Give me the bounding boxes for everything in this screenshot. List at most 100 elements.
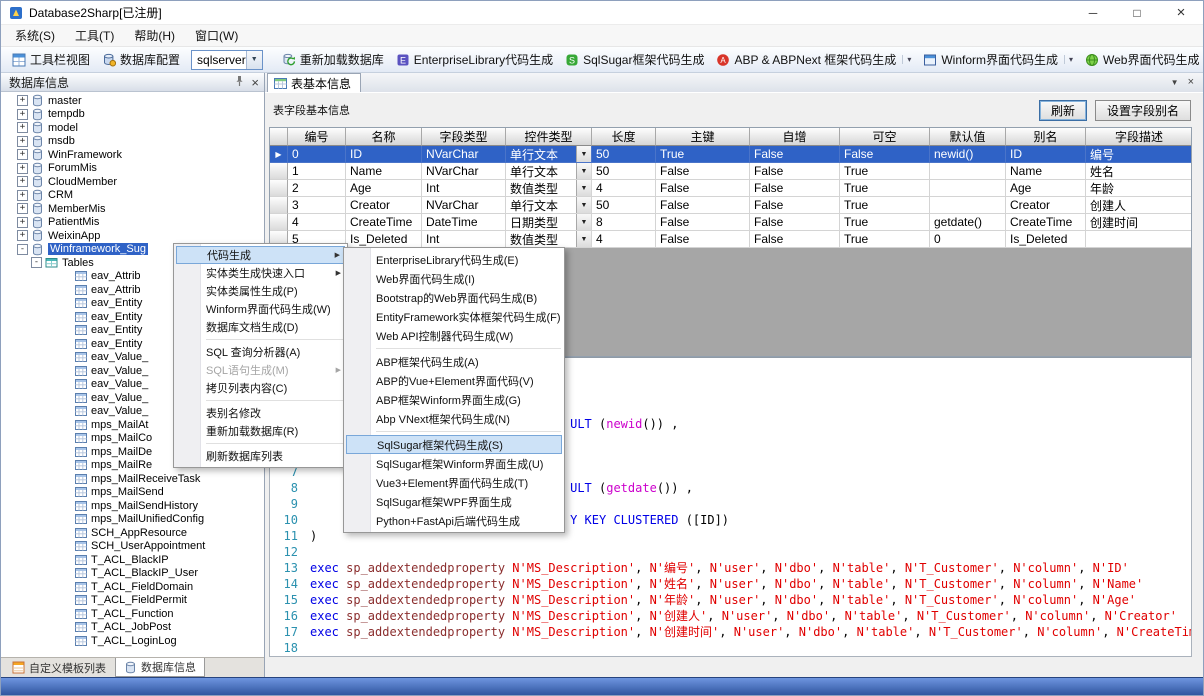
context-menu-item[interactable]: 重新加载数据库(R) [174, 422, 347, 440]
row-selector[interactable] [270, 214, 288, 231]
database-type-combobox[interactable]: sqlserver▼ [191, 50, 263, 70]
control-type-combo-cell[interactable]: 单行文本▼ [506, 163, 592, 180]
maximize-button[interactable]: □ [1115, 1, 1159, 24]
tree-node[interactable]: +tempdb [1, 108, 264, 122]
context-menu-item[interactable]: 实体类属性生成(P) [174, 282, 347, 300]
tab-table-basic-info[interactable]: 表基本信息 [267, 73, 361, 92]
grid-column-header[interactable]: 自增 [750, 128, 840, 146]
table-row[interactable]: 1NameNVarChar单行文本▼50FalseFalseTrueName姓名 [270, 163, 1191, 180]
tree-node[interactable]: +CRM [1, 189, 264, 203]
toolbar-button-database-config[interactable]: 数据库配置 [97, 49, 185, 70]
menu-system[interactable]: 系统(S) [5, 24, 65, 47]
tree-node[interactable]: T_ACL_Function [1, 607, 264, 621]
row-selector[interactable] [270, 163, 288, 180]
tree-node[interactable]: +msdb [1, 135, 264, 149]
combo-cell-dropdown-icon[interactable]: ▼ [576, 214, 591, 230]
bottom-tab-database-info[interactable]: 数据库信息 [115, 658, 205, 677]
context-menu-item[interactable]: SQL 查询分析器(A) [174, 343, 347, 361]
submenu-item[interactable]: Web界面代码生成(I) [344, 269, 564, 288]
expand-icon[interactable]: + [17, 149, 28, 160]
toolbar-button-abp-codegen[interactable]: AABP & ABPNext 框架代码生成▾ [711, 49, 916, 70]
submenu-item[interactable]: Bootstrap的Web界面代码生成(B) [344, 288, 564, 307]
submenu-item[interactable]: Abp VNext框架代码生成(N) [344, 409, 564, 428]
tree-node[interactable]: +ForumMis [1, 162, 264, 176]
submenu-item[interactable]: Vue3+Element界面代码生成(T) [344, 473, 564, 492]
tabstrip-dropdown-icon[interactable]: ▼ [1171, 78, 1179, 87]
tree-node[interactable]: +WeixinApp [1, 229, 264, 243]
tree-node[interactable]: mps_MailUnifiedConfig [1, 513, 264, 527]
table-row[interactable]: ▶0IDNVarChar单行文本▼50TrueFalseFalsenewid()… [270, 146, 1191, 163]
tree-node[interactable]: +master [1, 94, 264, 108]
panel-close-icon[interactable]: × [251, 76, 259, 89]
expand-icon[interactable]: + [17, 136, 28, 147]
combo-cell-dropdown-icon[interactable]: ▼ [576, 180, 591, 196]
combo-cell-dropdown-icon[interactable]: ▼ [576, 163, 591, 179]
combo-cell-dropdown-icon[interactable]: ▼ [576, 197, 591, 213]
table-row[interactable]: 5Is_DeletedInt数值类型▼4FalseFalseTrue0Is_De… [270, 231, 1191, 248]
expand-icon[interactable]: + [17, 217, 28, 228]
collapse-icon[interactable]: - [31, 257, 42, 268]
dropdown-arrow-icon[interactable]: ▾ [902, 55, 911, 64]
table-row[interactable]: 2AgeInt数值类型▼4FalseFalseTrueAge年龄 [270, 180, 1191, 197]
grid-column-header[interactable]: 主键 [656, 128, 750, 146]
refresh-button[interactable]: 刷新 [1039, 100, 1087, 121]
tabstrip-close-icon[interactable]: × [1188, 77, 1194, 88]
control-type-combo-cell[interactable]: 数值类型▼ [506, 180, 592, 197]
tree-node[interactable]: T_ACL_FieldPermit [1, 594, 264, 608]
grid-column-header[interactable]: 编号 [288, 128, 346, 146]
menu-help[interactable]: 帮助(H) [124, 24, 185, 47]
row-selector[interactable]: ▶ [270, 146, 288, 163]
submenu-item[interactable]: SqlSugar框架WPF界面生成 [344, 492, 564, 511]
minimize-button[interactable]: ─ [1071, 1, 1115, 24]
bottom-tab-template-list[interactable]: 自定义模板列表 [4, 658, 114, 677]
expand-icon[interactable]: + [17, 95, 28, 106]
grid-column-header[interactable]: 默认值 [930, 128, 1006, 146]
expand-icon[interactable]: + [17, 203, 28, 214]
tree-node[interactable]: +PatientMis [1, 216, 264, 230]
submenu-item[interactable]: ABP框架代码生成(A) [344, 352, 564, 371]
submenu-item[interactable]: Web API控制器代码生成(W) [344, 326, 564, 345]
tree-node[interactable]: T_ACL_BlackIP_User [1, 567, 264, 581]
tree-node[interactable]: T_ACL_JobPost [1, 621, 264, 635]
toolbar-button-enterpriselibrary-codegen[interactable]: EEnterpriseLibrary代码生成 [391, 49, 558, 70]
tree-node[interactable]: +WinFramework [1, 148, 264, 162]
tree-node[interactable]: T_ACL_BlackIP [1, 553, 264, 567]
combo-cell-dropdown-icon[interactable]: ▼ [576, 231, 591, 247]
tree-node[interactable]: T_ACL_LoginLog [1, 634, 264, 648]
toolbar-button-toolbar-view[interactable]: 工具栏视图 [7, 49, 95, 70]
control-type-combo-cell[interactable]: 日期类型▼ [506, 214, 592, 231]
combo-cell-dropdown-icon[interactable]: ▼ [576, 146, 591, 162]
row-selector[interactable] [270, 197, 288, 214]
toolbar-button-winform-codegen[interactable]: Winform界面代码生成▾ [918, 49, 1078, 70]
context-menu-item[interactable]: Winform界面代码生成(W) [174, 300, 347, 318]
tree-node[interactable]: mps_MailSendHistory [1, 499, 264, 513]
grid-column-header[interactable]: 长度 [592, 128, 656, 146]
grid-column-header[interactable]: 可空 [840, 128, 930, 146]
context-menu-item[interactable]: 实体类生成快速入口▶ [174, 264, 347, 282]
menu-window[interactable]: 窗口(W) [185, 24, 248, 47]
grid-column-header[interactable]: 字段类型 [422, 128, 506, 146]
expand-icon[interactable]: + [17, 122, 28, 133]
toolbar-button-reload-database[interactable]: 重新加载数据库 [277, 49, 389, 70]
expand-icon[interactable]: + [17, 176, 28, 187]
context-menu-item[interactable]: 拷贝列表内容(C) [174, 379, 347, 397]
set-field-alias-button[interactable]: 设置字段别名 [1095, 100, 1191, 121]
close-button[interactable]: × [1159, 1, 1203, 24]
dropdown-arrow-icon[interactable]: ▾ [1064, 55, 1073, 64]
grid-column-header[interactable]: 别名 [1006, 128, 1086, 146]
grid-column-header[interactable]: 名称 [346, 128, 422, 146]
submenu-item[interactable]: Python+FastApi后端代码生成 [344, 511, 564, 530]
tree-node[interactable]: +MemberMis [1, 202, 264, 216]
submenu-item[interactable]: SqlSugar框架代码生成(S) [346, 435, 562, 454]
combo-dropdown-icon[interactable]: ▼ [246, 51, 262, 69]
tree-node[interactable]: +model [1, 121, 264, 135]
table-row[interactable]: 3CreatorNVarChar单行文本▼50FalseFalseTrueCre… [270, 197, 1191, 214]
submenu-item[interactable]: EntityFramework实体框架代码生成(F) [344, 307, 564, 326]
tree-node[interactable]: +CloudMember [1, 175, 264, 189]
expand-icon[interactable]: + [17, 230, 28, 241]
context-menu-item[interactable]: 刷新数据库列表 [174, 447, 347, 465]
collapse-icon[interactable]: - [17, 244, 28, 255]
toolbar-button-sqlsugar-codegen[interactable]: SSqlSugar框架代码生成 [560, 49, 709, 70]
toolbar-button-web-codegen[interactable]: Web界面代码生成▾ [1080, 49, 1204, 70]
menu-tools[interactable]: 工具(T) [65, 24, 124, 47]
